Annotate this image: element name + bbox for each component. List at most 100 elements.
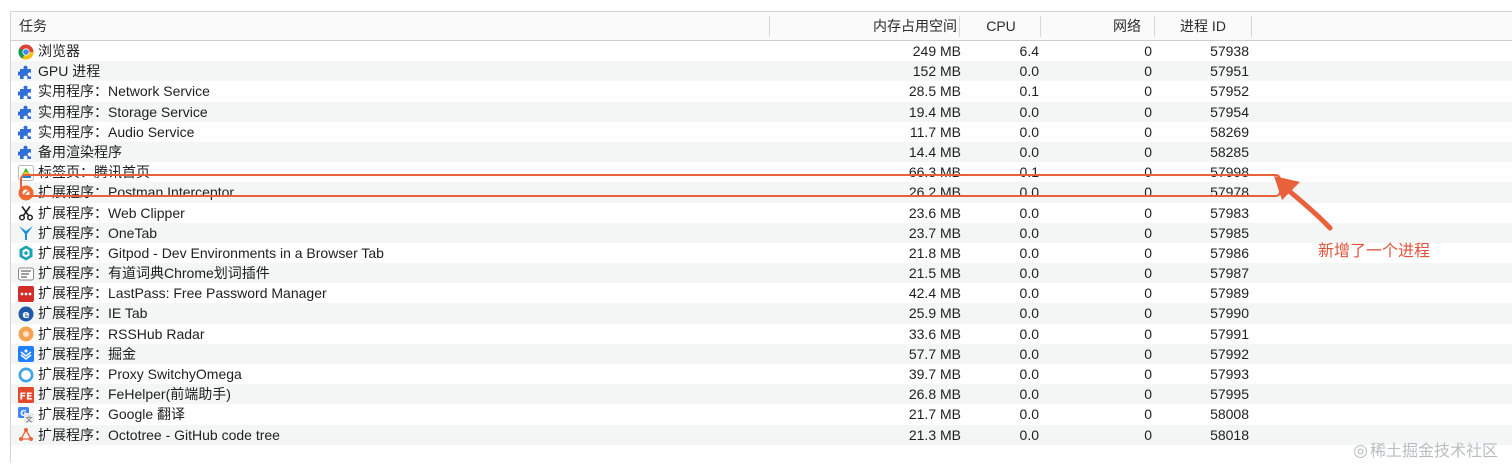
network-value: 0: [1144, 164, 1152, 181]
column-header-network[interactable]: 网络: [1041, 12, 1141, 40]
table-row[interactable]: 实用程序：Storage Service 19.4 MB 0.0 0 57954: [11, 101, 1512, 122]
table-row[interactable]: 实用程序：Network Service 28.5 MB 0.1 0 57952: [11, 81, 1512, 101]
network-value: 0: [1144, 325, 1152, 342]
memory-value: 33.6 MB: [908, 325, 961, 342]
memory-value: 57.7 MB: [908, 345, 961, 362]
table-row[interactable]: G 文扩展程序：Google 翻译 21.7 MB 0.0 0 58008: [11, 404, 1512, 424]
task-name: 扩展程序：Proxy SwitchyOmega: [38, 366, 242, 382]
table-row[interactable]: 扩展程序：掘金 57.7 MB 0.0 0 57992: [11, 343, 1512, 364]
network-value: 0: [1144, 224, 1152, 241]
cpu-value: 0.0: [1019, 123, 1039, 140]
memory-value: 21.5 MB: [908, 265, 961, 282]
table-row[interactable]: 扩展程序：Gitpod - Dev Environments in a Brow…: [11, 243, 1512, 263]
ie-tab-icon: e: [17, 305, 34, 322]
task-name: 扩展程序：Google 翻译: [38, 406, 186, 423]
cpu-value: 0.0: [1019, 63, 1039, 80]
memory-value: 39.7 MB: [908, 366, 961, 382]
pid-value: 57987: [1210, 265, 1249, 282]
cpu-value: 0.0: [1019, 366, 1039, 382]
table-header: 任务 内存占用空间 CPU 网络 进程 ID: [11, 12, 1512, 41]
fehelper-icon: FE: [17, 386, 34, 403]
network-value: 0: [1144, 244, 1152, 261]
network-value: 0: [1144, 83, 1152, 100]
chrome-icon: [17, 43, 34, 60]
network-value: 0: [1144, 345, 1152, 362]
column-header-memory[interactable]: 内存占用空间: [771, 12, 957, 40]
cpu-value: 0.0: [1019, 204, 1039, 221]
pid-value: 57978: [1210, 184, 1249, 201]
cpu-value: 0.0: [1019, 244, 1039, 261]
table-row[interactable]: 实用程序：Audio Service 11.7 MB 0.0 0 58269: [11, 122, 1512, 142]
svg-text:文: 文: [25, 414, 32, 423]
lastpass-icon: [17, 285, 34, 302]
rsshub-icon: [17, 326, 34, 343]
cpu-value: 0.0: [1019, 103, 1039, 120]
table-row[interactable]: 扩展程序：Octotree - GitHub code tree 21.3 MB 0…: [11, 424, 1512, 445]
cpu-value: 0.0: [1019, 386, 1039, 403]
table-row[interactable]: e 扩展程序：IE Tab 25.9 MB 0.0 0 57990: [11, 303, 1512, 324]
pid-value: 57995: [1210, 386, 1249, 403]
juejin-icon: [17, 346, 34, 363]
octotree-icon: [17, 427, 34, 444]
pid-value: 58269: [1210, 123, 1249, 140]
column-header-pid[interactable]: 进程 ID: [1157, 12, 1249, 40]
network-value: 0: [1144, 63, 1152, 80]
juejin-logo-icon: ◎: [1353, 441, 1368, 461]
network-value: 0: [1144, 204, 1152, 221]
pid-value: 57993: [1210, 366, 1249, 382]
youdao-icon: [17, 265, 34, 282]
pid-value: 58008: [1210, 406, 1249, 423]
annotation-text: 新增了一个进程: [1318, 241, 1431, 260]
table-row[interactable]: 扩展程序：有道词典Chrome划词插件 21.5 MB 0.0 0 57987: [11, 263, 1512, 284]
column-divider[interactable]: [1154, 16, 1155, 37]
column-divider[interactable]: [1251, 16, 1252, 37]
memory-value: 42.4 MB: [908, 285, 961, 302]
table-row[interactable]: 备用渲染程序 14.4 MB 0.0 0 58285: [11, 141, 1512, 163]
task-name: 实用程序：Storage Service: [38, 103, 208, 120]
network-value: 0: [1144, 184, 1152, 201]
pid-value: 57992: [1210, 345, 1249, 362]
memory-value: 28.5 MB: [908, 83, 961, 100]
memory-value: 23.7 MB: [908, 224, 961, 241]
network-value: 0: [1144, 123, 1152, 140]
task-name: 浏览器: [38, 43, 80, 59]
cpu-value: 0.0: [1019, 265, 1039, 282]
svg-text:FE: FE: [19, 391, 32, 402]
pid-value: 57989: [1210, 285, 1249, 302]
column-header-cpu[interactable]: CPU: [961, 12, 1041, 40]
memory-value: 26.8 MB: [908, 386, 961, 403]
cpu-value: 0.0: [1019, 143, 1039, 160]
table-row[interactable]: 扩展程序：Proxy SwitchyOmega 39.7 MB 0.0 0 57993: [11, 364, 1512, 384]
task-name: 扩展程序：IE Tab: [38, 305, 148, 322]
puzzle-icon: [17, 104, 34, 121]
table-row[interactable]: FE 扩展程序：FeHelper(前端助手) 26.8 MB 0.0 0 57995: [11, 384, 1512, 405]
pid-value: 57954: [1210, 103, 1249, 120]
postman-icon: [17, 184, 34, 201]
pid-value: 58285: [1210, 143, 1249, 160]
column-divider[interactable]: [959, 16, 960, 37]
cpu-value: 0.0: [1019, 285, 1039, 302]
task-name: 扩展程序：OneTab: [38, 224, 158, 241]
table-row[interactable]: 扩展程序：LastPass: Free Password Manager 42.4…: [11, 283, 1512, 303]
pid-value: 57991: [1210, 325, 1249, 342]
funnel-icon: [17, 225, 34, 242]
network-value: 0: [1144, 103, 1152, 120]
network-value: 0: [1144, 305, 1152, 322]
task-list: 浏览器 249 MB 6.4 0 57938 GPU 进程 152 MB 0.0 0 57951 实…: [11, 41, 1512, 445]
cpu-value: 0.0: [1019, 224, 1039, 241]
column-divider[interactable]: [769, 16, 770, 37]
table-row[interactable]: 浏览器 249 MB 6.4 0 57938: [11, 41, 1512, 61]
task-name: GPU 进程: [38, 63, 101, 80]
pid-value: 57983: [1210, 204, 1249, 221]
pid-value: 57985: [1210, 224, 1249, 241]
cpu-value: 0.0: [1019, 305, 1039, 322]
task-name: 实用程序：Audio Service: [38, 123, 195, 140]
memory-value: 21.7 MB: [908, 406, 961, 423]
table-row[interactable]: GPU 进程 152 MB 0.0 0 57951: [11, 61, 1512, 82]
task-name: 备用渲染程序: [38, 143, 122, 160]
column-header-task[interactable]: 任务: [19, 12, 47, 40]
task-name: 扩展程序：LastPass: Free Password Manager: [38, 285, 327, 302]
puzzle-icon: [17, 144, 34, 161]
table-row[interactable]: 扩展程序：RSSHub Radar 33.6 MB 0.0 0 57991: [11, 324, 1512, 344]
network-value: 0: [1144, 406, 1152, 423]
